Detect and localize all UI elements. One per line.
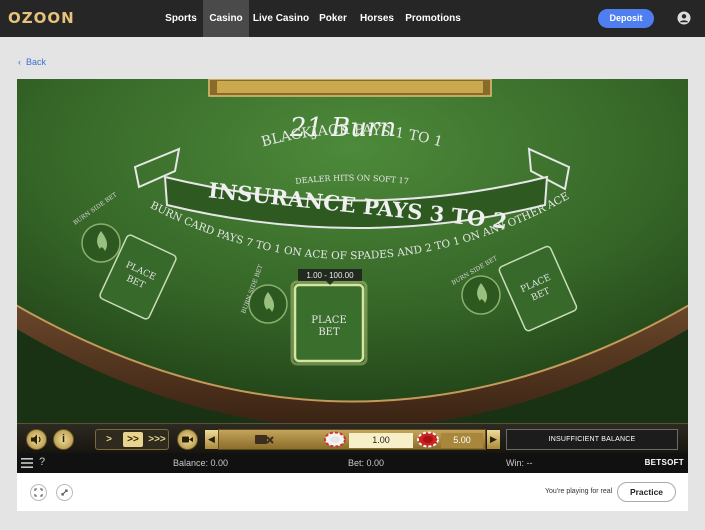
site-logo[interactable]: OZOON [8,9,75,27]
nav-poker[interactable]: Poker [316,0,350,37]
speed-3-button[interactable]: >>> [147,432,167,447]
status-message: INSUFFICIENT BALANCE [506,429,678,450]
clear-bets-icon[interactable] [249,431,279,448]
game-footer: You're playing for real Practice [17,473,688,511]
chevron-left-icon: ◀ [208,434,215,444]
fullscreen-icon [34,488,43,497]
back-link[interactable]: ‹ Back [18,57,46,67]
bet-range-text: 1.00 - 100.00 [306,271,354,280]
place-bet-line1: PLACE [311,315,347,326]
chip-prev-button[interactable]: ◀ [205,430,218,449]
minimize-icon [61,489,68,496]
back-label: Back [26,57,47,67]
nav-casino[interactable]: Casino [203,0,249,37]
chip-selector: 1.00 5.00 [218,429,486,450]
info-button[interactable]: i [53,429,74,450]
tray-slots [217,81,483,93]
control-bar: i > >> >>> ◀ 1.00 5.00 ▶ INSUFFICIENT BA… [17,423,688,453]
speed-selector: > >> >>> [95,429,169,450]
chip-value-2[interactable]: 5.00 [441,433,483,448]
deposit-button[interactable]: Deposit [598,9,654,28]
bet-spot-center[interactable]: PLACE BET [290,280,368,366]
top-nav: OZOON Sports Casino Live Casino Poker Ho… [0,0,705,37]
volume-button[interactable] [26,429,47,450]
fullscreen-button[interactable] [30,484,47,501]
nav-sports[interactable]: Sports [160,0,202,37]
balance-text: Balance: 0.00 [173,458,229,468]
bet-text: Bet: 0.00 [348,458,385,468]
info-bar: ? Balance: 0.00 Bet: 0.00 Win: -- BETSOF… [17,453,688,473]
nav-promotions[interactable]: Promotions [403,0,463,37]
practice-button[interactable]: Practice [617,482,676,502]
provider-logo: BETSOFT [644,458,684,467]
win-text: Win: -- [506,458,533,468]
nav-live-casino[interactable]: Live Casino [252,0,310,37]
info-icon: i [61,433,66,445]
speed-2-button[interactable]: >> [123,432,143,447]
chip-white-icon[interactable] [323,431,347,448]
place-bet-line2: BET [318,327,340,338]
volume-icon [31,434,41,445]
chevron-right-icon: ▶ [490,434,497,444]
game-frame: 21 Burn BLACKJACK PAYS 1 TO 1 DEALER HIT… [17,79,688,473]
minimize-button[interactable] [56,484,73,501]
chip-red-icon[interactable] [416,431,440,448]
help-icon[interactable]: ? [39,456,45,468]
user-icon[interactable] [677,11,691,25]
video-icon [182,436,193,443]
chevron-left-icon: ‹ [18,57,21,67]
real-play-text: You're playing for real [545,488,613,495]
menu-icon[interactable] [21,457,33,469]
chip-value-1[interactable]: 1.00 [349,433,413,448]
video-button[interactable] [177,429,198,450]
nav-horses[interactable]: Horses [358,0,396,37]
speed-1-button[interactable]: > [99,432,119,447]
chip-next-button[interactable]: ▶ [487,430,500,449]
blackjack-table: 21 Burn BLACKJACK PAYS 1 TO 1 DEALER HIT… [17,79,688,423]
